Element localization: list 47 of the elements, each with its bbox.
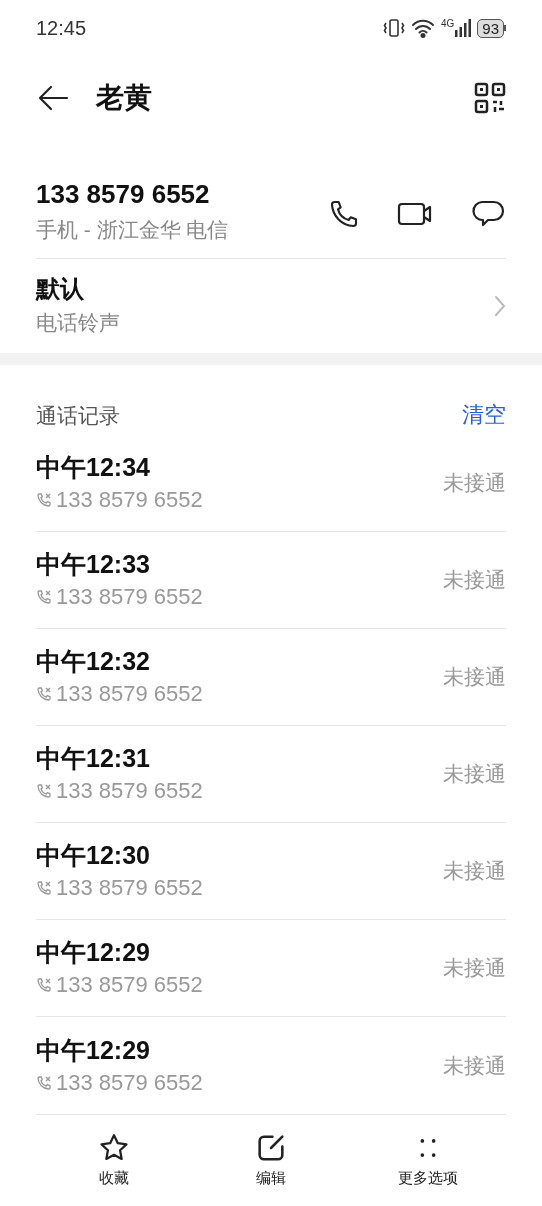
- section-title: 通话记录: [36, 402, 120, 429]
- call-number: 133 8579 6552: [56, 971, 203, 999]
- missed-call-icon: [36, 977, 52, 993]
- call-time: 中午12:29: [36, 937, 151, 968]
- call-number: 133 8579 6552: [56, 874, 203, 902]
- qr-code-button[interactable]: [474, 82, 506, 114]
- call-number: 133 8579 6552: [56, 777, 203, 805]
- toolbar-button[interactable]: 收藏: [36, 1115, 193, 1206]
- vibrate-icon: [382, 18, 405, 38]
- ringtone-label: 电话铃声: [36, 310, 121, 336]
- number-location: 手机 - 浙江金华 电信: [36, 217, 230, 243]
- contact-name: 老黄: [96, 81, 153, 115]
- call-time: 中午12:34: [36, 452, 151, 483]
- missed-call-icon: [36, 1074, 52, 1091]
- call-time: 中午12:33: [36, 549, 151, 580]
- call-time: 中午12:30: [36, 840, 151, 871]
- call-time: 中午12:32: [36, 646, 151, 677]
- call-status: 未接通: [443, 955, 506, 982]
- call-status: 未接通: [443, 664, 506, 691]
- call-number: 133 8579 6552: [56, 486, 203, 514]
- clear-button[interactable]: 清空: [462, 398, 506, 431]
- toolbar-button[interactable]: 更多选项: [349, 1115, 506, 1206]
- call-time: 中午12:31: [36, 743, 151, 774]
- chevron-icon: [494, 295, 506, 317]
- call-number: 133 8579 6552: [56, 1068, 203, 1097]
- wifi-icon: [410, 18, 435, 38]
- signal-icon: [455, 19, 472, 37]
- missed-call-icon: [36, 589, 52, 605]
- call-number: 133 8579 6552: [56, 583, 203, 611]
- call-status: 未接通: [443, 567, 506, 594]
- status-time: 12:45: [36, 16, 87, 41]
- call-time: 中午12:29: [36, 1034, 151, 1066]
- network-label: 4G: [440, 19, 455, 29]
- call-status: 未接通: [443, 470, 506, 497]
- call-status: 未接通: [443, 761, 506, 788]
- battery-level: 93: [477, 18, 504, 38]
- toolbar-button[interactable]: 编辑: [192, 1115, 350, 1206]
- missed-call-icon: [36, 686, 52, 702]
- call-status: 未接通: [443, 858, 506, 885]
- missed-call-icon: [36, 492, 52, 508]
- missed-call-icon: [36, 783, 52, 799]
- ringtone-title: 默认: [36, 274, 85, 304]
- phone-number: 133 8579 6552: [36, 178, 211, 210]
- missed-call-icon: [36, 880, 52, 896]
- call-status: 未接通: [443, 1052, 506, 1079]
- ringtone-row[interactable]: 默认 电话铃声: [36, 259, 506, 353]
- call-number: 133 8579 6552: [56, 680, 203, 708]
